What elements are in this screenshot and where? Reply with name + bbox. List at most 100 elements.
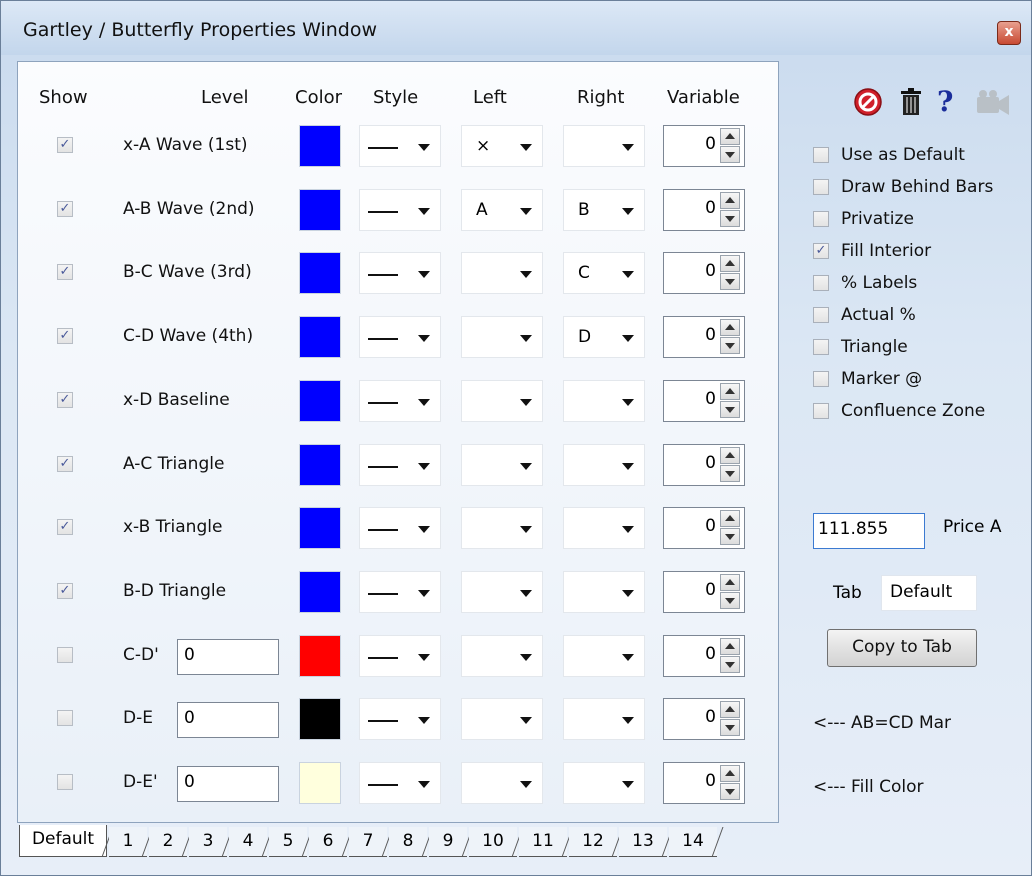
color-swatch[interactable] bbox=[299, 698, 341, 740]
no-entry-icon[interactable] bbox=[853, 87, 883, 117]
left-dropdown[interactable] bbox=[461, 252, 543, 294]
color-swatch[interactable] bbox=[299, 635, 341, 677]
spin-down-button[interactable] bbox=[720, 592, 740, 609]
style-dropdown[interactable] bbox=[359, 571, 441, 613]
right-dropdown[interactable] bbox=[563, 380, 645, 422]
spin-up-button[interactable] bbox=[720, 701, 740, 718]
spin-down-button[interactable] bbox=[720, 401, 740, 418]
show-checkbox[interactable]: ✓ bbox=[57, 519, 73, 535]
tab-10[interactable]: 10 bbox=[469, 827, 517, 857]
option-item[interactable]: % Labels bbox=[813, 271, 1023, 297]
tab-7[interactable]: 7 bbox=[349, 827, 387, 857]
style-dropdown[interactable] bbox=[359, 252, 441, 294]
style-dropdown[interactable] bbox=[359, 380, 441, 422]
spin-down-button[interactable] bbox=[720, 465, 740, 482]
option-checkbox[interactable]: ✓ bbox=[813, 243, 829, 259]
spin-down-button[interactable] bbox=[720, 528, 740, 545]
level-value-input[interactable]: 0 bbox=[177, 639, 279, 675]
option-checkbox[interactable] bbox=[813, 179, 829, 195]
right-dropdown[interactable] bbox=[563, 762, 645, 804]
tab-9[interactable]: 9 bbox=[429, 827, 467, 857]
help-icon[interactable]: ? bbox=[937, 85, 961, 118]
spin-down-button[interactable] bbox=[720, 337, 740, 354]
right-dropdown[interactable] bbox=[563, 571, 645, 613]
right-dropdown[interactable]: C bbox=[563, 252, 645, 294]
option-checkbox[interactable] bbox=[813, 147, 829, 163]
show-checkbox[interactable] bbox=[57, 647, 73, 663]
left-dropdown[interactable] bbox=[461, 571, 543, 613]
trash-icon[interactable] bbox=[899, 87, 923, 117]
spin-up-button[interactable] bbox=[720, 510, 740, 527]
tab-8[interactable]: 8 bbox=[389, 827, 427, 857]
tab-3[interactable]: 3 bbox=[189, 827, 227, 857]
option-checkbox[interactable] bbox=[813, 275, 829, 291]
color-swatch[interactable] bbox=[299, 762, 341, 804]
spin-down-button[interactable] bbox=[720, 783, 740, 800]
right-dropdown[interactable] bbox=[563, 698, 645, 740]
variable-spinner[interactable]: 0 bbox=[663, 252, 745, 294]
left-dropdown[interactable] bbox=[461, 762, 543, 804]
tab-11[interactable]: 11 bbox=[519, 827, 567, 857]
show-checkbox[interactable]: ✓ bbox=[57, 328, 73, 344]
show-checkbox[interactable]: ✓ bbox=[57, 456, 73, 472]
spin-up-button[interactable] bbox=[720, 765, 740, 782]
variable-spinner[interactable]: 0 bbox=[663, 444, 745, 486]
option-item[interactable]: Confluence Zone bbox=[813, 399, 1023, 425]
left-dropdown[interactable] bbox=[461, 507, 543, 549]
tab-1[interactable]: 1 bbox=[109, 827, 147, 857]
option-item[interactable]: Actual % bbox=[813, 303, 1023, 329]
show-checkbox[interactable]: ✓ bbox=[57, 392, 73, 408]
variable-spinner[interactable]: 0 bbox=[663, 507, 745, 549]
price-a-input[interactable]: 111.855 bbox=[813, 513, 925, 549]
tab-2[interactable]: 2 bbox=[149, 827, 187, 857]
option-item[interactable]: Marker @ bbox=[813, 367, 1023, 393]
variable-spinner[interactable]: 0 bbox=[663, 762, 745, 804]
spin-up-button[interactable] bbox=[720, 447, 740, 464]
option-checkbox[interactable] bbox=[813, 339, 829, 355]
left-dropdown[interactable] bbox=[461, 698, 543, 740]
option-checkbox[interactable] bbox=[813, 403, 829, 419]
spin-up-button[interactable] bbox=[720, 192, 740, 209]
style-dropdown[interactable] bbox=[359, 125, 441, 167]
style-dropdown[interactable] bbox=[359, 698, 441, 740]
show-checkbox[interactable] bbox=[57, 710, 73, 726]
color-swatch[interactable] bbox=[299, 189, 341, 231]
right-dropdown[interactable]: B bbox=[563, 189, 645, 231]
spin-up-button[interactable] bbox=[720, 255, 740, 272]
color-swatch[interactable] bbox=[299, 444, 341, 486]
variable-spinner[interactable]: 0 bbox=[663, 635, 745, 677]
left-dropdown[interactable] bbox=[461, 380, 543, 422]
tab-4[interactable]: 4 bbox=[229, 827, 267, 857]
spin-down-button[interactable] bbox=[720, 210, 740, 227]
show-checkbox[interactable]: ✓ bbox=[57, 201, 73, 217]
color-swatch[interactable] bbox=[299, 380, 341, 422]
spin-up-button[interactable] bbox=[720, 383, 740, 400]
option-item[interactable]: Triangle bbox=[813, 335, 1023, 361]
show-checkbox[interactable]: ✓ bbox=[57, 264, 73, 280]
tab-name-input[interactable]: Default bbox=[881, 575, 977, 611]
spin-up-button[interactable] bbox=[720, 574, 740, 591]
color-swatch[interactable] bbox=[299, 507, 341, 549]
right-dropdown[interactable] bbox=[563, 125, 645, 167]
option-checkbox[interactable] bbox=[813, 371, 829, 387]
left-dropdown[interactable] bbox=[461, 635, 543, 677]
level-value-input[interactable]: 0 bbox=[177, 702, 279, 738]
option-item[interactable]: Privatize bbox=[813, 207, 1023, 233]
spin-up-button[interactable] bbox=[720, 128, 740, 145]
tab-5[interactable]: 5 bbox=[269, 827, 307, 857]
color-swatch[interactable] bbox=[299, 316, 341, 358]
style-dropdown[interactable] bbox=[359, 762, 441, 804]
variable-spinner[interactable]: 0 bbox=[663, 125, 745, 167]
title-bar[interactable]: Gartley / Butterfly Properties Window x bbox=[1, 1, 1031, 55]
tab-6[interactable]: 6 bbox=[309, 827, 347, 857]
spin-up-button[interactable] bbox=[720, 638, 740, 655]
spin-down-button[interactable] bbox=[720, 273, 740, 290]
show-checkbox[interactable]: ✓ bbox=[57, 137, 73, 153]
level-value-input[interactable]: 0 bbox=[177, 766, 279, 802]
spin-down-button[interactable] bbox=[720, 146, 740, 163]
style-dropdown[interactable] bbox=[359, 444, 441, 486]
option-item[interactable]: ✓ Fill Interior bbox=[813, 239, 1023, 265]
option-item[interactable]: Draw Behind Bars bbox=[813, 175, 1023, 201]
show-checkbox[interactable] bbox=[57, 774, 73, 790]
left-dropdown[interactable]: × bbox=[461, 125, 543, 167]
